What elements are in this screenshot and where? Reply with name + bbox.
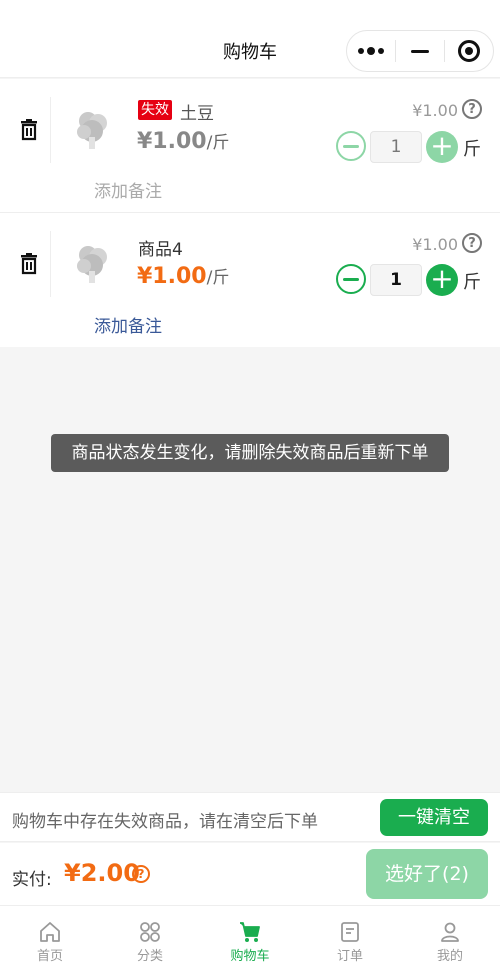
close-miniprogram-button[interactable] [445,31,493,71]
quantity-field[interactable]: 1 [370,264,422,296]
original-price: ¥1.00 [412,235,458,254]
divider [50,231,51,297]
question-icon[interactable]: ? [462,233,482,253]
cart-item: 商品4 ¥1.00/斤 ¥1.00 ? 1 + 斤 添加备注 [0,213,500,347]
unit-label: 斤 [463,272,481,293]
category-icon [140,922,160,942]
decrease-button[interactable] [336,264,366,294]
divider [50,97,51,163]
question-icon[interactable]: ? [462,99,482,119]
broccoli-image [77,246,107,283]
tab-label: 分类 [136,949,163,964]
more-button[interactable] [347,31,395,71]
clear-all-button[interactable]: 一键清空 [380,799,488,836]
add-remark-link[interactable]: 添加备注 [94,312,162,337]
price-unit: /斤 [206,268,230,288]
price-value: ¥1.00 [137,264,207,289]
tab-label: 首页 [36,949,63,964]
minimize-icon [411,49,429,53]
nav-header: 购物车 [0,0,500,78]
product-name: 土豆 [180,104,214,124]
quantity-field[interactable]: 1 [370,131,422,163]
tab-category[interactable]: 分类 [100,906,200,966]
increase-button[interactable]: + [426,264,458,296]
broccoli-image [77,112,107,149]
price-value: ¥1.00 [137,129,207,154]
decrease-button[interactable] [336,131,366,161]
original-price: ¥1.00 [412,101,458,120]
tab-label: 我的 [436,949,463,964]
target-icon [458,40,480,62]
tab-cart[interactable]: 购物车 [200,906,300,966]
tab-label: 订单 [336,949,363,964]
more-dots-icon [358,47,384,55]
toast-message: 商品状态发生变化，请删除失效商品后重新下单 [51,434,449,472]
tab-profile[interactable]: 我的 [400,906,500,966]
checkout-bar: 实付: ¥2.00 ? 选好了(2) [0,843,500,905]
product-name: 商品4 [138,240,183,260]
minus-icon [343,277,359,281]
minus-icon [343,144,359,148]
mini-program-capsule [346,30,494,72]
order-icon [341,922,359,942]
user-icon [441,922,459,942]
trash-icon[interactable] [16,251,42,277]
product-price: ¥1.00/斤 [137,263,229,289]
home-icon [40,922,60,942]
cart-icon [240,922,260,942]
trash-icon[interactable] [16,117,42,143]
question-icon[interactable]: ? [132,865,150,883]
unit-label: 斤 [463,139,481,160]
increase-button[interactable]: + [426,131,458,163]
tab-orders[interactable]: 订单 [300,906,400,966]
price-unit: /斤 [206,133,230,153]
cart-item: 失效 土豆 ¥1.00/斤 ¥1.00 ? 1 + 斤 添加备注 [0,79,500,213]
invalid-badge: 失效 [138,100,172,120]
notice-text: 购物车中存在失效商品，请在清空后下单 [12,812,318,832]
add-remark-link[interactable]: 添加备注 [94,177,162,202]
tab-label: 购物车 [230,949,270,964]
checkout-button[interactable]: 选好了(2) [366,849,488,899]
minimize-button[interactable] [396,31,444,71]
product-price: ¥1.00/斤 [137,128,229,154]
total-amount: ¥2.00 [64,859,140,887]
bottom-tab-bar: 首页 分类 购物车 订单 我的 [0,905,500,966]
total-label: 实付: [12,870,52,890]
tab-home[interactable]: 首页 [0,906,100,966]
invalid-notice-bar: 购物车中存在失效商品，请在清空后下单 一键清空 [0,792,500,842]
